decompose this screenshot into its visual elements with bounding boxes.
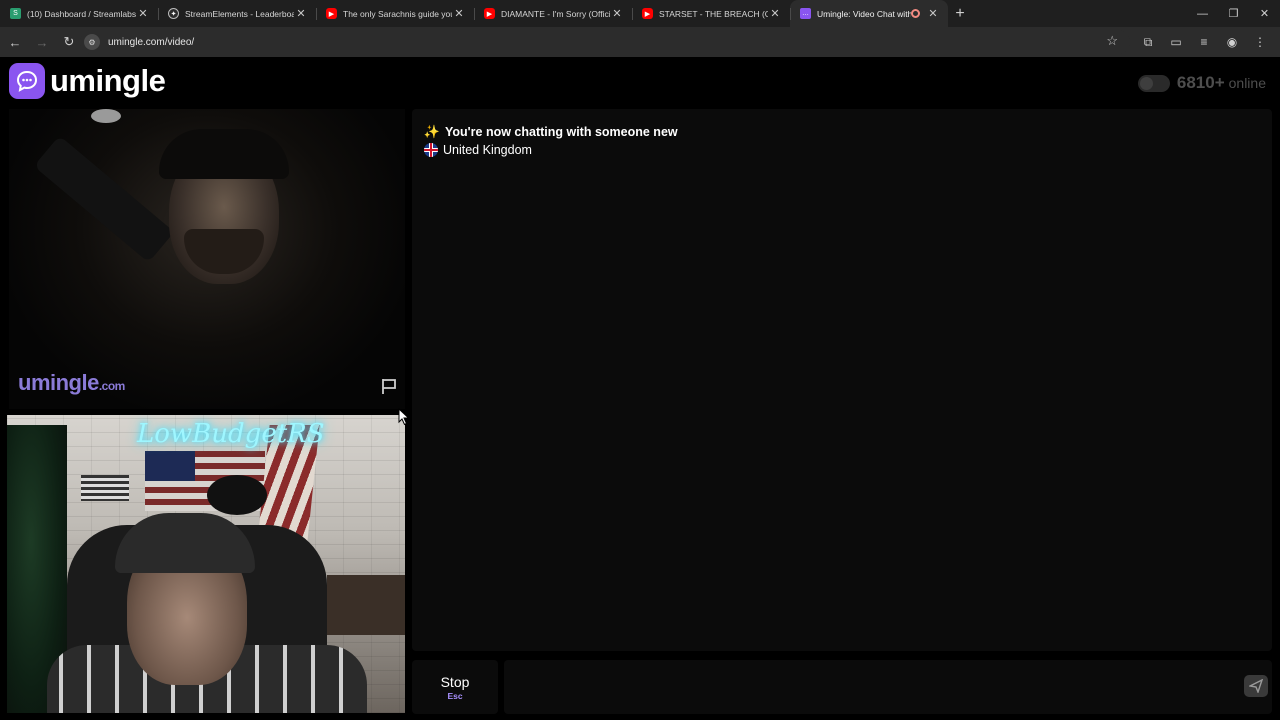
microphone-arm [33, 135, 175, 263]
send-icon [1249, 679, 1263, 693]
country-text: United Kingdom [443, 143, 532, 157]
site-logo[interactable]: umingle [9, 63, 166, 99]
close-tab-icon[interactable]: ✕ [926, 7, 940, 20]
online-label: online [1228, 75, 1266, 91]
restore-icon[interactable]: ❐ [1218, 0, 1249, 27]
cast-icon[interactable]: ▭ [1162, 30, 1190, 54]
browser-toolbar: ← → ↻ ⚙ umingle.com/video/ ☆ ⧉ ▭ ≡ ◉ ⋮ [0, 27, 1280, 57]
theme-toggle[interactable] [1137, 74, 1170, 92]
chat-panel: ✨ You're now chatting with someone new U… [412, 109, 1272, 651]
window-controls: — ❐ ✕ [1187, 0, 1280, 27]
self-video: LowBudgetRS [7, 415, 405, 713]
site-info-icon[interactable]: ⚙ [84, 34, 100, 50]
tab-title: The only Sarachnis guide you n [343, 8, 452, 19]
online-count: 6810+ [1176, 73, 1225, 92]
stop-shortcut: Esc [447, 690, 463, 701]
minimize-icon[interactable]: — [1187, 0, 1218, 27]
shelf [327, 575, 405, 635]
video-watermark: umingle.com [18, 370, 125, 396]
close-tab-icon[interactable]: ✕ [136, 7, 150, 20]
back-icon[interactable]: ← [3, 30, 27, 54]
browser-tab-active[interactable]: … Umingle: Video Chat with S ✕ [790, 0, 948, 27]
browser-tab[interactable]: S (10) Dashboard / Streamlabs ✕ [0, 0, 158, 27]
tab-title: (10) Dashboard / Streamlabs [27, 8, 136, 19]
chat-bubble-icon [9, 63, 45, 99]
streamelements-icon: ✦ [168, 8, 179, 19]
watermark-suffix: .com [98, 379, 126, 393]
browser-tab[interactable]: ▶ The only Sarachnis guide you n ✕ [316, 0, 474, 27]
browser-tab[interactable]: ✦ StreamElements - Leaderboard ✕ [158, 0, 316, 27]
tab-title: STARSET - THE BREACH (Officia [659, 8, 768, 19]
close-tab-icon[interactable]: ✕ [610, 7, 624, 20]
youtube-icon: ▶ [642, 8, 653, 19]
forward-icon[interactable]: → [30, 30, 54, 54]
new-chat-text: You're now chatting with someone new [445, 125, 678, 139]
watermark-text: umingle [18, 370, 99, 395]
extensions-icon[interactable]: ⧉ [1134, 30, 1162, 54]
logo-text: umingle [50, 63, 166, 98]
page: umingle 6810+ online umingle.com LowBudg… [0, 57, 1280, 720]
streamlabs-icon: S [10, 8, 21, 19]
country-message: United Kingdom [424, 143, 532, 157]
small-flag [81, 475, 129, 501]
url-text[interactable]: umingle.com/video/ [108, 37, 194, 48]
uk-flag-icon [424, 143, 438, 157]
bookmark-star-icon[interactable]: ☆ [1106, 33, 1118, 49]
spider-decoration [207, 475, 267, 515]
recording-icon [911, 9, 920, 18]
tab-title: DIAMANTE - I'm Sorry (Official [501, 8, 610, 19]
profile-icon[interactable]: ◉ [1218, 30, 1246, 54]
send-button[interactable] [1244, 675, 1268, 697]
message-input[interactable] [504, 660, 1272, 714]
reload-icon[interactable]: ↻ [57, 30, 81, 54]
browser-tools: ⧉ ▭ ≡ ◉ ⋮ [1134, 30, 1274, 54]
neon-sign: LowBudgetRS [137, 419, 325, 449]
menu-icon[interactable]: ⋮ [1246, 30, 1274, 54]
report-flag-icon[interactable] [379, 376, 399, 396]
tab-title: StreamElements - Leaderboard [185, 8, 294, 19]
browser-tab-bar: S (10) Dashboard / Streamlabs ✕ ✦ Stream… [0, 0, 1280, 27]
beanie [159, 129, 289, 179]
tab-title: Umingle: Video Chat with S [817, 8, 911, 19]
close-tab-icon[interactable]: ✕ [768, 7, 782, 20]
sparkles-icon: ✨ [423, 124, 441, 139]
youtube-icon: ▶ [484, 8, 495, 19]
online-indicator: 6810+ online [1137, 73, 1266, 93]
address-bar[interactable]: ⚙ umingle.com/video/ ☆ [80, 30, 1130, 54]
stop-label: Stop [440, 673, 470, 690]
close-tab-icon[interactable]: ✕ [294, 7, 308, 20]
youtube-icon: ▶ [326, 8, 337, 19]
close-tab-icon[interactable]: ✕ [452, 7, 466, 20]
stranger-video: umingle.com [9, 109, 405, 409]
browser-tab[interactable]: ▶ DIAMANTE - I'm Sorry (Official ✕ [474, 0, 632, 27]
lamp [91, 109, 121, 123]
media-control-icon[interactable]: ≡ [1190, 30, 1218, 54]
system-message: ✨ You're now chatting with someone new [424, 124, 678, 140]
new-tab-button[interactable]: + [948, 0, 972, 27]
mouse-cursor-icon [398, 408, 410, 426]
stop-button[interactable]: Stop Esc [412, 660, 498, 714]
close-window-icon[interactable]: ✕ [1249, 0, 1280, 27]
browser-tab[interactable]: ▶ STARSET - THE BREACH (Officia ✕ [632, 0, 790, 27]
umingle-icon: … [800, 8, 811, 19]
